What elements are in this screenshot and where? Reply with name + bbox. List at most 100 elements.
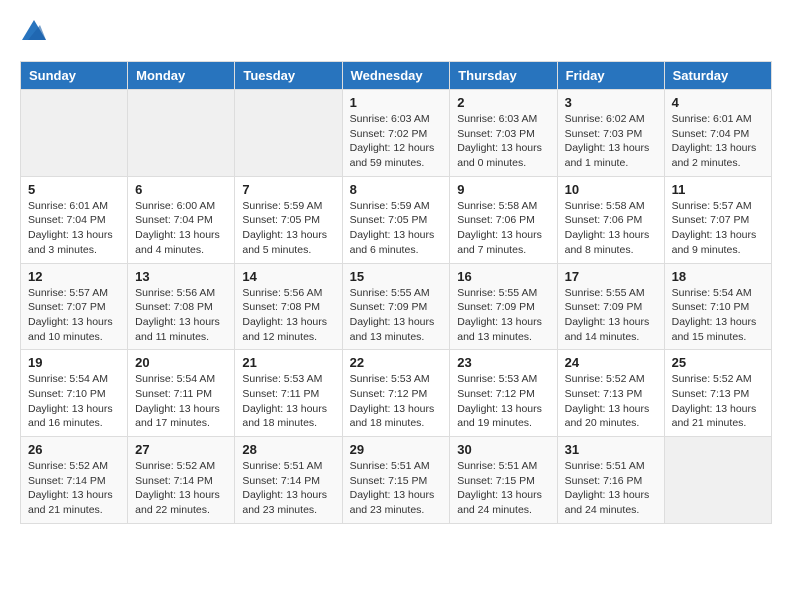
- day-info: Sunrise: 5:51 AMSunset: 7:16 PMDaylight:…: [565, 459, 657, 518]
- day-number: 23: [457, 355, 549, 370]
- day-info: Sunrise: 5:54 AMSunset: 7:11 PMDaylight:…: [135, 372, 227, 431]
- day-info: Sunrise: 5:55 AMSunset: 7:09 PMDaylight:…: [457, 286, 549, 345]
- calendar-cell: [235, 90, 342, 177]
- day-info: Sunrise: 5:53 AMSunset: 7:12 PMDaylight:…: [350, 372, 443, 431]
- weekday-header-sunday: Sunday: [21, 62, 128, 90]
- day-info: Sunrise: 5:52 AMSunset: 7:13 PMDaylight:…: [565, 372, 657, 431]
- day-number: 13: [135, 269, 227, 284]
- day-number: 3: [565, 95, 657, 110]
- day-number: 26: [28, 442, 120, 457]
- day-info: Sunrise: 6:03 AMSunset: 7:02 PMDaylight:…: [350, 112, 443, 171]
- day-number: 19: [28, 355, 120, 370]
- day-info: Sunrise: 6:02 AMSunset: 7:03 PMDaylight:…: [565, 112, 657, 171]
- page-header: [20, 20, 772, 45]
- day-number: 6: [135, 182, 227, 197]
- calendar-cell: 27 Sunrise: 5:52 AMSunset: 7:14 PMDayligh…: [128, 437, 235, 524]
- weekday-header-wednesday: Wednesday: [342, 62, 450, 90]
- day-number: 8: [350, 182, 443, 197]
- day-info: Sunrise: 6:03 AMSunset: 7:03 PMDaylight:…: [457, 112, 549, 171]
- day-info: Sunrise: 5:58 AMSunset: 7:06 PMDaylight:…: [565, 199, 657, 258]
- day-info: Sunrise: 5:51 AMSunset: 7:14 PMDaylight:…: [242, 459, 334, 518]
- calendar-cell: 14 Sunrise: 5:56 AMSunset: 7:08 PMDayligh…: [235, 263, 342, 350]
- calendar-cell: 17 Sunrise: 5:55 AMSunset: 7:09 PMDayligh…: [557, 263, 664, 350]
- day-number: 15: [350, 269, 443, 284]
- calendar-cell: 22 Sunrise: 5:53 AMSunset: 7:12 PMDayligh…: [342, 350, 450, 437]
- logo: [20, 20, 46, 45]
- calendar-cell: 25 Sunrise: 5:52 AMSunset: 7:13 PMDayligh…: [664, 350, 771, 437]
- day-number: 20: [135, 355, 227, 370]
- calendar-cell: 28 Sunrise: 5:51 AMSunset: 7:14 PMDayligh…: [235, 437, 342, 524]
- calendar-cell: 15 Sunrise: 5:55 AMSunset: 7:09 PMDayligh…: [342, 263, 450, 350]
- day-number: 31: [565, 442, 657, 457]
- calendar-cell: 4Sunrise: 6:01 AMSunset: 7:04 PMDaylight…: [664, 90, 771, 177]
- calendar-cell: 13 Sunrise: 5:56 AMSunset: 7:08 PMDayligh…: [128, 263, 235, 350]
- day-number: 7: [242, 182, 334, 197]
- calendar-cell: 6 Sunrise: 6:00 AMSunset: 7:04 PMDaylight…: [128, 176, 235, 263]
- day-info: Sunrise: 5:55 AMSunset: 7:09 PMDaylight:…: [350, 286, 443, 345]
- day-number: 24: [565, 355, 657, 370]
- day-number: 22: [350, 355, 443, 370]
- calendar-cell: 21 Sunrise: 5:53 AMSunset: 7:11 PMDayligh…: [235, 350, 342, 437]
- calendar-cell: [664, 437, 771, 524]
- weekday-header-friday: Friday: [557, 62, 664, 90]
- calendar-cell: 23 Sunrise: 5:53 AMSunset: 7:12 PMDayligh…: [450, 350, 557, 437]
- weekday-header-tuesday: Tuesday: [235, 62, 342, 90]
- day-number: 25: [672, 355, 764, 370]
- day-info: Sunrise: 5:56 AMSunset: 7:08 PMDaylight:…: [242, 286, 334, 345]
- calendar-cell: 1 Sunrise: 6:03 AMSunset: 7:02 PMDaylight…: [342, 90, 450, 177]
- day-number: 29: [350, 442, 443, 457]
- calendar-cell: 31 Sunrise: 5:51 AMSunset: 7:16 PMDayligh…: [557, 437, 664, 524]
- calendar-cell: [21, 90, 128, 177]
- day-info: Sunrise: 5:53 AMSunset: 7:11 PMDaylight:…: [242, 372, 334, 431]
- day-number: 30: [457, 442, 549, 457]
- day-number: 1: [350, 95, 443, 110]
- day-info: Sunrise: 5:52 AMSunset: 7:13 PMDaylight:…: [672, 372, 764, 431]
- day-info: Sunrise: 5:56 AMSunset: 7:08 PMDaylight:…: [135, 286, 227, 345]
- calendar-cell: 7 Sunrise: 5:59 AMSunset: 7:05 PMDaylight…: [235, 176, 342, 263]
- day-number: 16: [457, 269, 549, 284]
- day-info: Sunrise: 5:54 AMSunset: 7:10 PMDaylight:…: [28, 372, 120, 431]
- day-number: 27: [135, 442, 227, 457]
- logo-icon: [22, 20, 46, 40]
- day-info: Sunrise: 5:52 AMSunset: 7:14 PMDaylight:…: [28, 459, 120, 518]
- day-info: Sunrise: 5:51 AMSunset: 7:15 PMDaylight:…: [350, 459, 443, 518]
- calendar-cell: [128, 90, 235, 177]
- calendar-cell: 16 Sunrise: 5:55 AMSunset: 7:09 PMDayligh…: [450, 263, 557, 350]
- day-number: 2: [457, 95, 549, 110]
- day-info: Sunrise: 5:52 AMSunset: 7:14 PMDaylight:…: [135, 459, 227, 518]
- calendar-cell: 29 Sunrise: 5:51 AMSunset: 7:15 PMDayligh…: [342, 437, 450, 524]
- day-number: 9: [457, 182, 549, 197]
- weekday-header-monday: Monday: [128, 62, 235, 90]
- calendar-cell: 9 Sunrise: 5:58 AMSunset: 7:06 PMDaylight…: [450, 176, 557, 263]
- day-info: Sunrise: 6:00 AMSunset: 7:04 PMDaylight:…: [135, 199, 227, 258]
- day-number: 17: [565, 269, 657, 284]
- day-info: Sunrise: 5:55 AMSunset: 7:09 PMDaylight:…: [565, 286, 657, 345]
- day-info: Sunrise: 5:59 AMSunset: 7:05 PMDaylight:…: [350, 199, 443, 258]
- day-number: 21: [242, 355, 334, 370]
- day-number: 18: [672, 269, 764, 284]
- day-info: Sunrise: 5:53 AMSunset: 7:12 PMDaylight:…: [457, 372, 549, 431]
- day-number: 5: [28, 182, 120, 197]
- day-number: 28: [242, 442, 334, 457]
- day-info: Sunrise: 5:57 AMSunset: 7:07 PMDaylight:…: [672, 199, 764, 258]
- calendar-cell: 19 Sunrise: 5:54 AMSunset: 7:10 PMDayligh…: [21, 350, 128, 437]
- day-info: Sunrise: 5:54 AMSunset: 7:10 PMDaylight:…: [672, 286, 764, 345]
- day-number: 10: [565, 182, 657, 197]
- calendar-cell: 12 Sunrise: 5:57 AMSunset: 7:07 PMDayligh…: [21, 263, 128, 350]
- calendar-cell: 8 Sunrise: 5:59 AMSunset: 7:05 PMDaylight…: [342, 176, 450, 263]
- calendar-cell: 11Sunrise: 5:57 AMSunset: 7:07 PMDayligh…: [664, 176, 771, 263]
- calendar-cell: 3 Sunrise: 6:02 AMSunset: 7:03 PMDaylight…: [557, 90, 664, 177]
- weekday-header-thursday: Thursday: [450, 62, 557, 90]
- calendar-cell: 24 Sunrise: 5:52 AMSunset: 7:13 PMDayligh…: [557, 350, 664, 437]
- calendar-cell: 10 Sunrise: 5:58 AMSunset: 7:06 PMDayligh…: [557, 176, 664, 263]
- day-number: 12: [28, 269, 120, 284]
- weekday-header-saturday: Saturday: [664, 62, 771, 90]
- day-info: Sunrise: 5:57 AMSunset: 7:07 PMDaylight:…: [28, 286, 120, 345]
- calendar-cell: 2 Sunrise: 6:03 AMSunset: 7:03 PMDaylight…: [450, 90, 557, 177]
- day-info: Sunrise: 5:59 AMSunset: 7:05 PMDaylight:…: [242, 199, 334, 258]
- calendar-cell: 5 Sunrise: 6:01 AMSunset: 7:04 PMDaylight…: [21, 176, 128, 263]
- day-info: Sunrise: 5:58 AMSunset: 7:06 PMDaylight:…: [457, 199, 549, 258]
- day-info: Sunrise: 5:51 AMSunset: 7:15 PMDaylight:…: [457, 459, 549, 518]
- day-number: 14: [242, 269, 334, 284]
- day-info: Sunrise: 6:01 AMSunset: 7:04 PMDaylight:…: [28, 199, 120, 258]
